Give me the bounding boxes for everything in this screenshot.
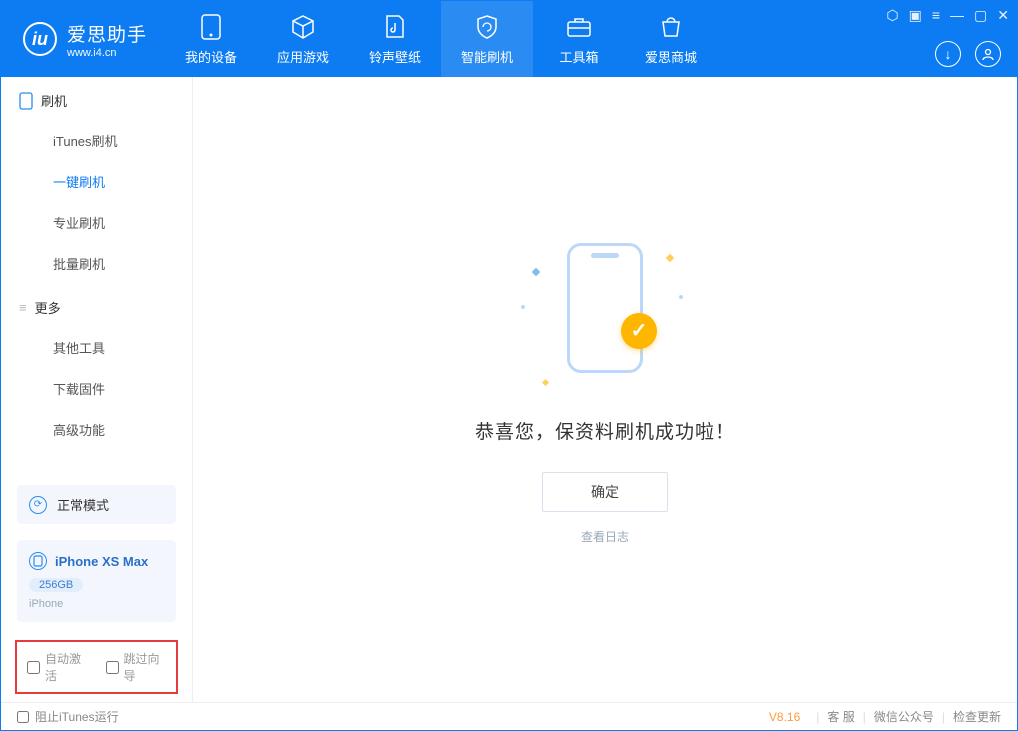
- nav-tabs: 我的设备 应用游戏 铃声壁纸 智能刷机 工具箱 爱思商城: [165, 1, 717, 77]
- close-button[interactable]: ✕: [997, 7, 1009, 24]
- music-file-icon: [381, 13, 409, 41]
- logo-icon: iu: [23, 22, 57, 56]
- settings-icon[interactable]: ▣: [909, 7, 922, 24]
- app-name-cn: 爱思助手: [67, 20, 147, 47]
- version-label: V8.16: [769, 710, 800, 724]
- tab-toolbox[interactable]: 工具箱: [533, 1, 625, 77]
- main-content: ✓ 恭喜您，保资料刷机成功啦！ 确定 查看日志: [193, 77, 1017, 702]
- section-more-title: ≡ 更多: [1, 284, 192, 327]
- wechat-link[interactable]: 微信公众号: [874, 708, 934, 725]
- view-log-link[interactable]: 查看日志: [581, 528, 629, 545]
- tab-label: 爱思商城: [645, 47, 697, 66]
- sidebar-item-onekey-flash[interactable]: 一键刷机: [1, 161, 192, 202]
- cube-icon: [289, 13, 317, 41]
- sidebar-item-advanced[interactable]: 高级功能: [1, 409, 192, 450]
- tab-my-device[interactable]: 我的设备: [165, 1, 257, 77]
- body-area: 刷机 iTunes刷机 一键刷机 专业刷机 批量刷机 ≡ 更多 其他工具 下载固…: [1, 77, 1017, 702]
- tab-label: 我的设备: [185, 47, 237, 66]
- tab-label: 铃声壁纸: [369, 47, 421, 66]
- sidebar-item-other-tools[interactable]: 其他工具: [1, 327, 192, 368]
- options-row: 自动激活 跳过向导: [15, 640, 178, 694]
- device-info-box[interactable]: iPhone XS Max 256GB iPhone: [17, 540, 176, 622]
- block-itunes-checkbox[interactable]: 阻止iTunes运行: [17, 708, 119, 725]
- tab-label: 智能刷机: [461, 47, 513, 66]
- shopping-bag-icon: [657, 13, 685, 41]
- customer-service-link[interactable]: 客 服: [827, 708, 854, 725]
- footer-bar: 阻止iTunes运行 V8.16 | 客 服 | 微信公众号 | 检查更新: [1, 702, 1017, 730]
- minimize-button[interactable]: ―: [950, 7, 964, 24]
- shirt-icon[interactable]: ⬡: [886, 7, 898, 24]
- device-type: iPhone: [29, 598, 63, 610]
- sidebar: 刷机 iTunes刷机 一键刷机 专业刷机 批量刷机 ≡ 更多 其他工具 下载固…: [1, 77, 193, 702]
- success-illustration: ✓: [515, 235, 695, 395]
- tab-label: 应用游戏: [277, 47, 329, 66]
- list-icon: ≡: [19, 300, 27, 315]
- ok-button[interactable]: 确定: [542, 472, 668, 512]
- check-badge-icon: ✓: [621, 313, 657, 349]
- device-icon: [29, 552, 47, 570]
- skip-setup-checkbox[interactable]: 跳过向导: [106, 650, 167, 684]
- sidebar-item-download-firmware[interactable]: 下载固件: [1, 368, 192, 409]
- header-right-icons: ↓: [935, 41, 1001, 67]
- device-small-icon: [19, 92, 33, 110]
- download-icon[interactable]: ↓: [935, 41, 961, 67]
- mode-label: 正常模式: [57, 495, 109, 514]
- user-icon[interactable]: [975, 41, 1001, 67]
- device-capacity: 256GB: [29, 578, 83, 592]
- tab-store[interactable]: 爱思商城: [625, 1, 717, 77]
- tab-ring-wallpaper[interactable]: 铃声壁纸: [349, 1, 441, 77]
- mode-status-box[interactable]: ⟳ 正常模式: [17, 485, 176, 524]
- toolbox-icon: [565, 13, 593, 41]
- sidebar-item-itunes-flash[interactable]: iTunes刷机: [1, 120, 192, 161]
- maximize-button[interactable]: ▢: [974, 7, 987, 24]
- footer-right: V8.16 | 客 服 | 微信公众号 | 检查更新: [769, 708, 1001, 725]
- logo-area: iu 爱思助手 www.i4.cn: [1, 20, 165, 59]
- section-flash-title: 刷机: [1, 77, 192, 120]
- logo-text: 爱思助手 www.i4.cn: [67, 20, 147, 59]
- auto-activate-checkbox[interactable]: 自动激活: [27, 650, 88, 684]
- phone-icon: [197, 13, 225, 41]
- phone-outline-icon: [567, 243, 643, 373]
- tab-smart-flash[interactable]: 智能刷机: [441, 1, 533, 77]
- mode-icon: ⟳: [29, 496, 47, 514]
- sidebar-item-batch-flash[interactable]: 批量刷机: [1, 243, 192, 284]
- window-controls: ⬡ ▣ ≡ ― ▢ ✕: [886, 7, 1009, 24]
- app-header: iu 爱思助手 www.i4.cn 我的设备 应用游戏 铃声壁纸 智能刷机 工具…: [1, 1, 1017, 77]
- device-name-row: iPhone XS Max: [29, 552, 148, 570]
- sidebar-item-pro-flash[interactable]: 专业刷机: [1, 202, 192, 243]
- check-update-link[interactable]: 检查更新: [953, 708, 1001, 725]
- app-name-en: www.i4.cn: [67, 47, 147, 59]
- tab-label: 工具箱: [560, 47, 599, 66]
- success-message: 恭喜您，保资料刷机成功啦！: [475, 417, 735, 444]
- tab-apps-games[interactable]: 应用游戏: [257, 1, 349, 77]
- refresh-shield-icon: [473, 13, 501, 41]
- menu-icon[interactable]: ≡: [932, 7, 940, 24]
